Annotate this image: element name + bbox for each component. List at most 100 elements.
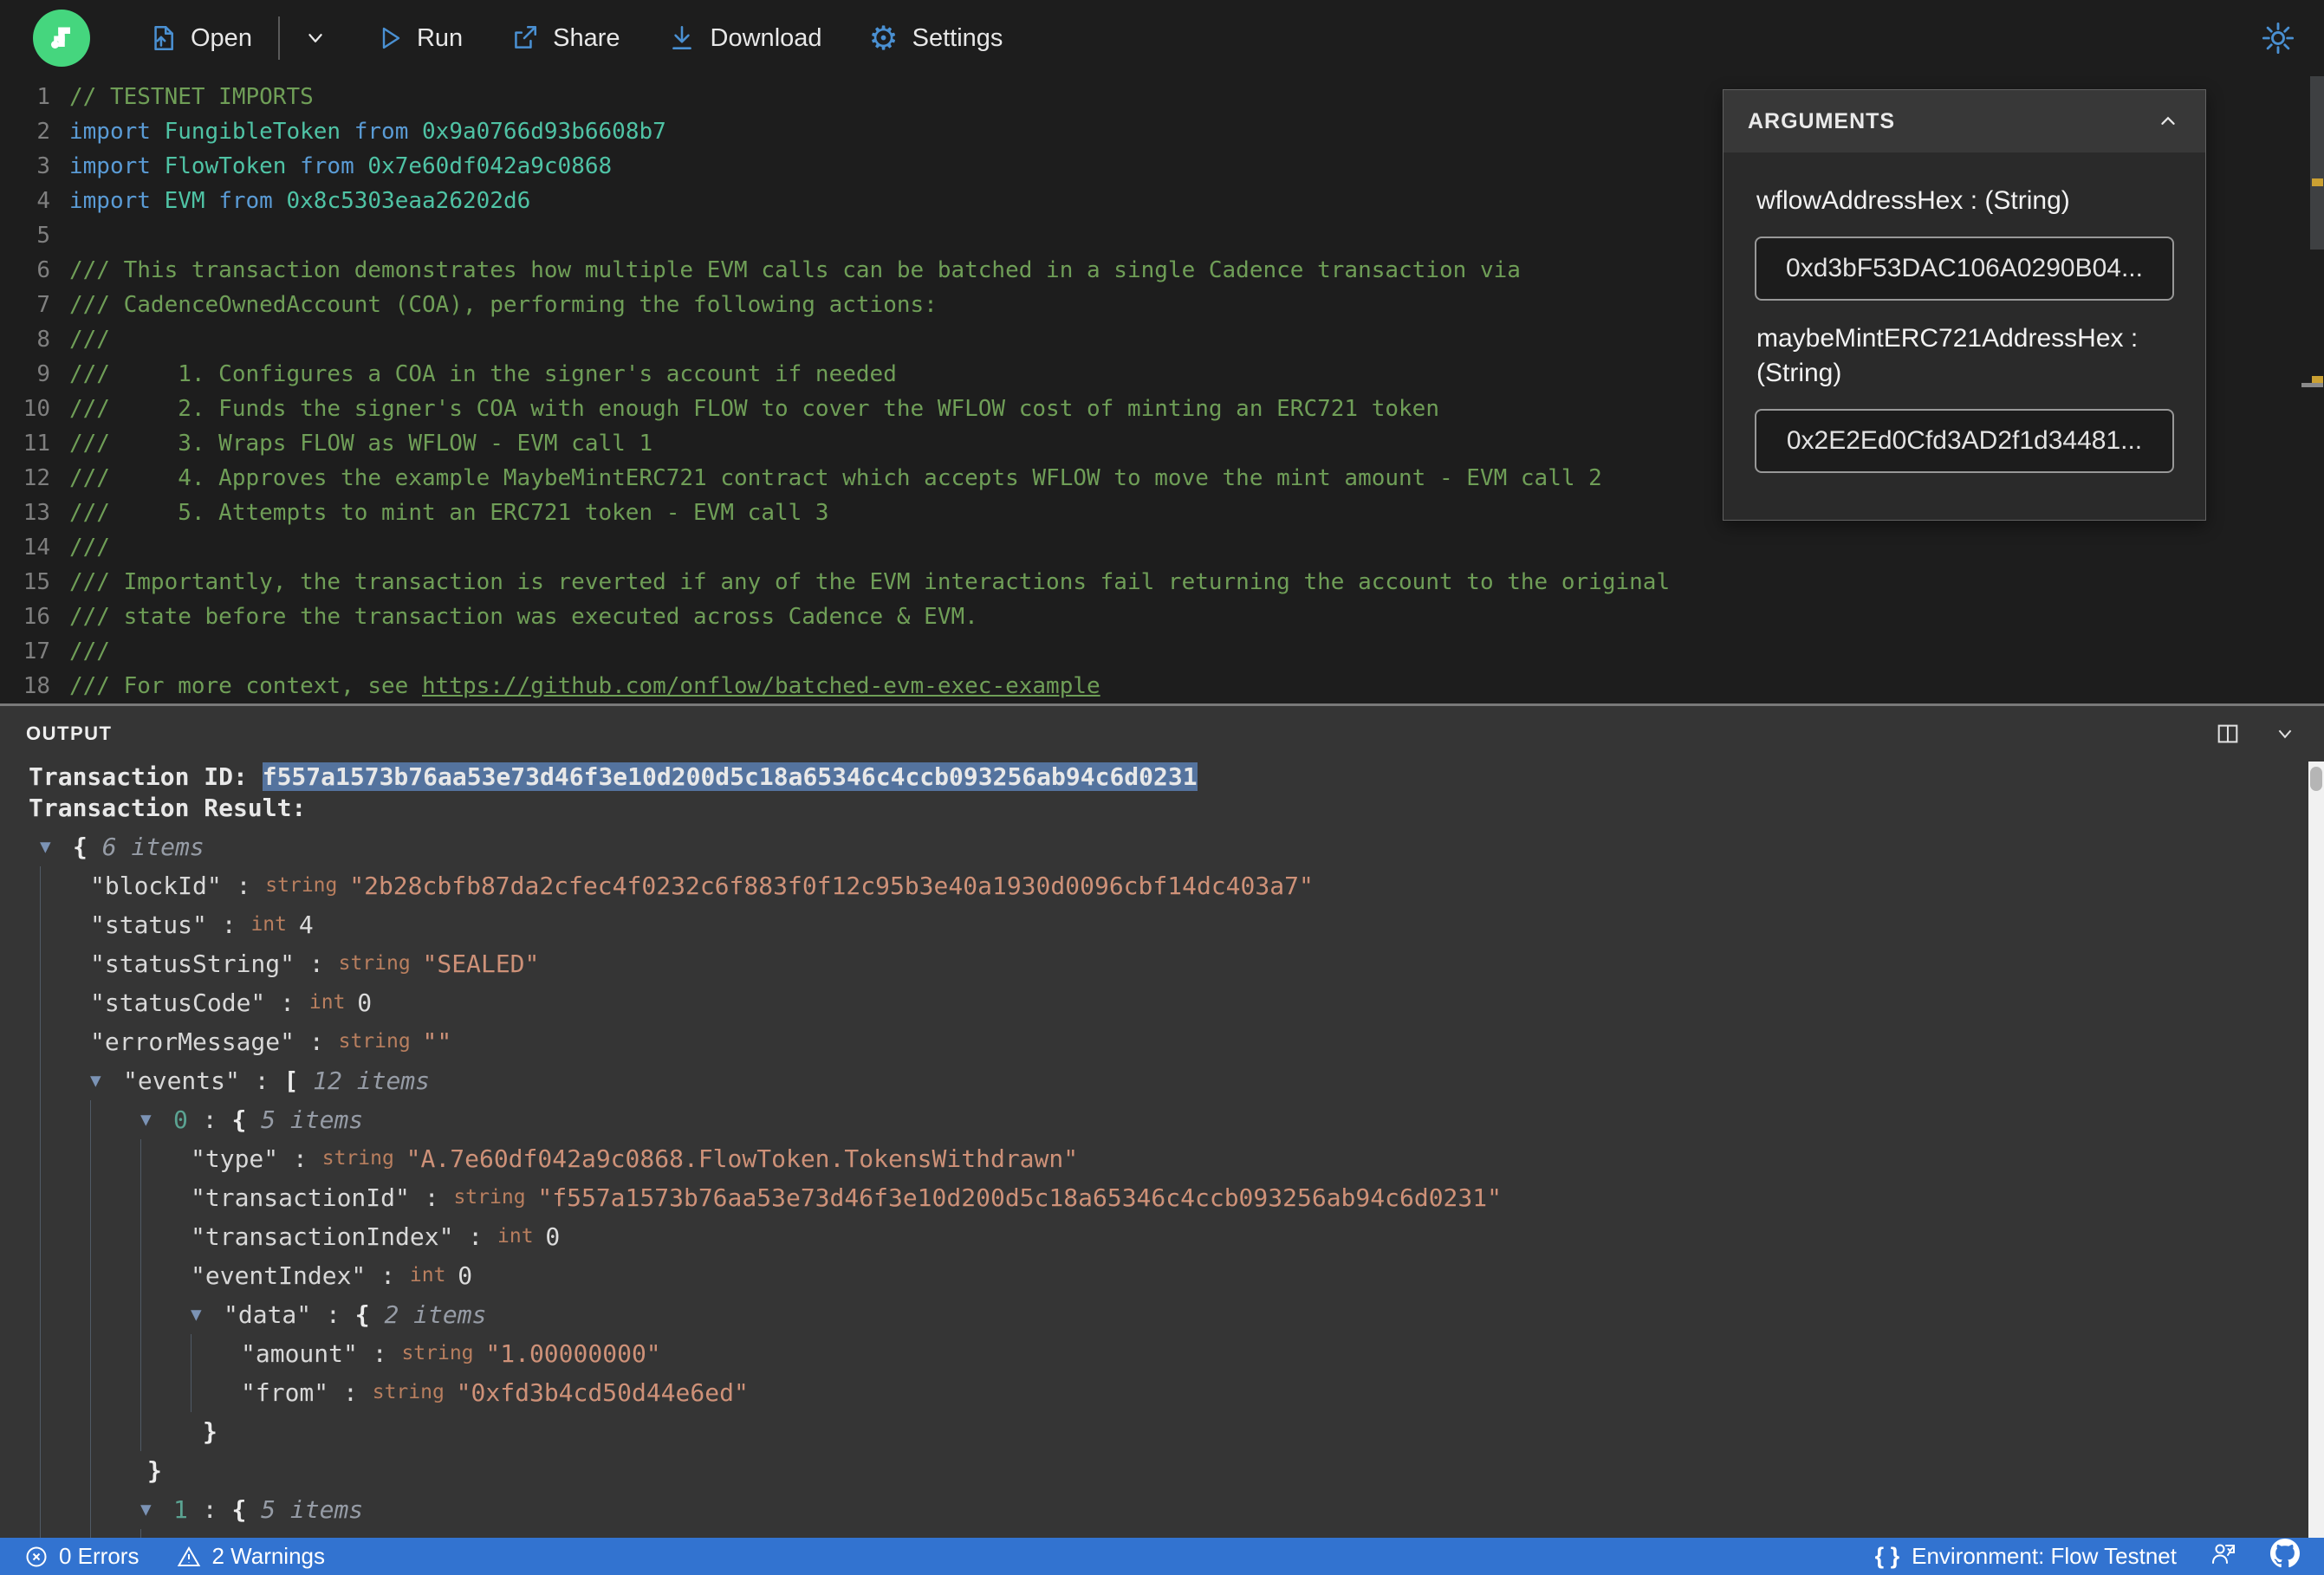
flow-logo[interactable]	[33, 10, 90, 67]
share-button[interactable]: Share	[510, 23, 620, 53]
sun-icon	[2262, 22, 2295, 55]
run-button[interactable]: Run	[375, 24, 463, 53]
line-number: 2	[36, 119, 50, 145]
download-icon	[672, 25, 691, 49]
collapse-triangle-icon[interactable]: ▼	[90, 1061, 123, 1100]
indent-guide	[40, 1490, 90, 1529]
json-token-brace: }	[147, 1456, 162, 1485]
chevron-up-icon[interactable]	[2155, 108, 2181, 134]
download-button[interactable]: Download	[667, 23, 822, 53]
json-line-5: "errorMessage" : string ""	[0, 1022, 2308, 1061]
transaction-result-label: Transaction Result:	[29, 794, 307, 822]
code-line-14[interactable]: 14 ///	[0, 530, 2324, 565]
code-line-17[interactable]: 17 ///	[0, 634, 2324, 669]
json-token-num: 0	[357, 988, 373, 1017]
json-line-16: }	[0, 1451, 2308, 1490]
settings-button[interactable]: ⚙ Settings	[869, 22, 1003, 55]
code-text: ///	[69, 535, 110, 561]
open-button[interactable]: Open	[147, 23, 252, 53]
line-number: 1	[36, 84, 50, 110]
github-button[interactable]	[2270, 1539, 2300, 1574]
line-number: 15	[23, 569, 50, 595]
environment-status[interactable]: { } Environment: Flow Testnet	[1875, 1543, 2177, 1570]
code-editor[interactable]: 1 // TESTNET IMPORTS 2 import FungibleToken…	[0, 76, 2324, 703]
warnings-count: 2 Warnings	[211, 1543, 326, 1569]
json-line-11: "eventIndex" : int 0	[0, 1256, 2308, 1295]
json-token-typ: string	[265, 874, 350, 897]
indent-guide	[191, 1373, 241, 1412]
collapse-triangle-icon[interactable]: ▼	[140, 1100, 173, 1139]
json-token-pun: :	[265, 988, 309, 1017]
indent-guide	[140, 1529, 191, 1538]
collapse-triangle-icon[interactable]: ▼	[40, 827, 73, 866]
arguments-panel-header[interactable]: ARGUMENTS	[1724, 90, 2205, 152]
json-token-num: 0	[458, 1261, 473, 1290]
indent-guide	[140, 1139, 191, 1178]
theme-toggle-button[interactable]	[2262, 22, 2295, 55]
open-label: Open	[191, 23, 252, 52]
json-token-str: "0xfd3b4cd50d44e6ed"	[456, 1378, 749, 1407]
line-number: 8	[36, 327, 50, 353]
line-number: 14	[23, 535, 50, 561]
json-token-str: "1.00000000"	[485, 1339, 661, 1368]
indent-guide	[40, 1451, 90, 1490]
toolbar-separator	[277, 16, 280, 60]
output-scrollbar-thumb[interactable]	[2310, 767, 2322, 791]
transaction-id-value: f557a1573b76aa53e73d46f3e10d200d5c18a653…	[262, 762, 1198, 791]
output-panel: OUTPUT Transaction ID: f557a1573b76aa53e…	[0, 706, 2324, 1538]
indent-guide	[90, 1139, 140, 1178]
code-link[interactable]: https://github.com/onflow/batched-evm-ex…	[422, 673, 1100, 699]
errors-status[interactable]: 0 Errors	[24, 1543, 139, 1570]
warnings-status[interactable]: 2 Warnings	[177, 1543, 325, 1570]
line-number: 5	[36, 223, 50, 249]
code-line-16[interactable]: 16 /// state before the transaction was e…	[0, 600, 2324, 634]
indent-guide	[40, 1529, 90, 1538]
output-scrollbar[interactable]	[2308, 762, 2324, 1538]
json-line-12: ▼ "data" : { 2 items	[0, 1295, 2308, 1334]
collapse-output-button[interactable]	[2272, 721, 2298, 747]
json-token-brace: {	[354, 1300, 385, 1329]
indent-guide	[140, 1256, 191, 1295]
wflow-address-input[interactable]	[1755, 236, 2174, 301]
code-text: /// This transaction demonstrates how mu…	[69, 257, 1521, 283]
output-content: Transaction ID: f557a1573b76aa53e73d46f3…	[0, 762, 2308, 1538]
json-token-typ: int	[308, 991, 358, 1014]
flow-logo-icon	[51, 27, 70, 49]
maybe-mint-erc721-address-input[interactable]	[1755, 408, 2174, 473]
json-token-num: 0	[545, 1222, 561, 1251]
split-editor-button[interactable]	[2215, 721, 2241, 747]
indent-guide	[90, 1217, 140, 1256]
error-icon	[26, 1546, 47, 1566]
line-number: 13	[23, 500, 50, 526]
code-text: ///	[69, 638, 110, 664]
json-token-items: 6 items	[101, 833, 204, 861]
collapse-triangle-icon[interactable]: ▼	[140, 1490, 173, 1529]
json-token-items: 5 items	[261, 1105, 364, 1134]
indent-guide	[40, 1217, 90, 1256]
code-text: /// 2. Funds the signer's COA with enoug…	[69, 396, 1439, 422]
line-number: 9	[36, 361, 50, 387]
json-token-key: "transactionId"	[191, 1183, 410, 1212]
json-token-pun: :	[357, 1339, 402, 1368]
feedback-button[interactable]	[2210, 1539, 2237, 1573]
indent-guide	[40, 1295, 90, 1334]
collapse-triangle-icon[interactable]: ▼	[191, 1295, 224, 1334]
json-token-brace: }	[203, 1417, 217, 1446]
json-token-key: "eventIndex"	[191, 1261, 367, 1290]
editor-scrollbar-thumb[interactable]	[2310, 76, 2324, 250]
line-number: 16	[23, 604, 50, 630]
settings-label: Settings	[912, 23, 1003, 52]
indent-guide	[90, 1295, 140, 1334]
json-token-items: 12 items	[313, 1066, 431, 1095]
code-line-18[interactable]: 18 /// For more context, see https://gith…	[0, 669, 2324, 703]
json-token-pun: :	[206, 911, 251, 939]
json-token-typ: int	[409, 1264, 458, 1287]
code-line-15[interactable]: 15 /// Importantly, the transaction is re…	[0, 565, 2324, 600]
json-token-pun: :	[187, 1495, 232, 1524]
indent-guide	[40, 905, 90, 944]
open-file-icon	[154, 25, 173, 51]
json-line-10: "transactionIndex" : int 0	[0, 1217, 2308, 1256]
line-number: 10	[23, 396, 50, 422]
editor-scrollbar[interactable]	[2301, 76, 2324, 703]
open-dropdown-button[interactable]	[302, 25, 328, 51]
